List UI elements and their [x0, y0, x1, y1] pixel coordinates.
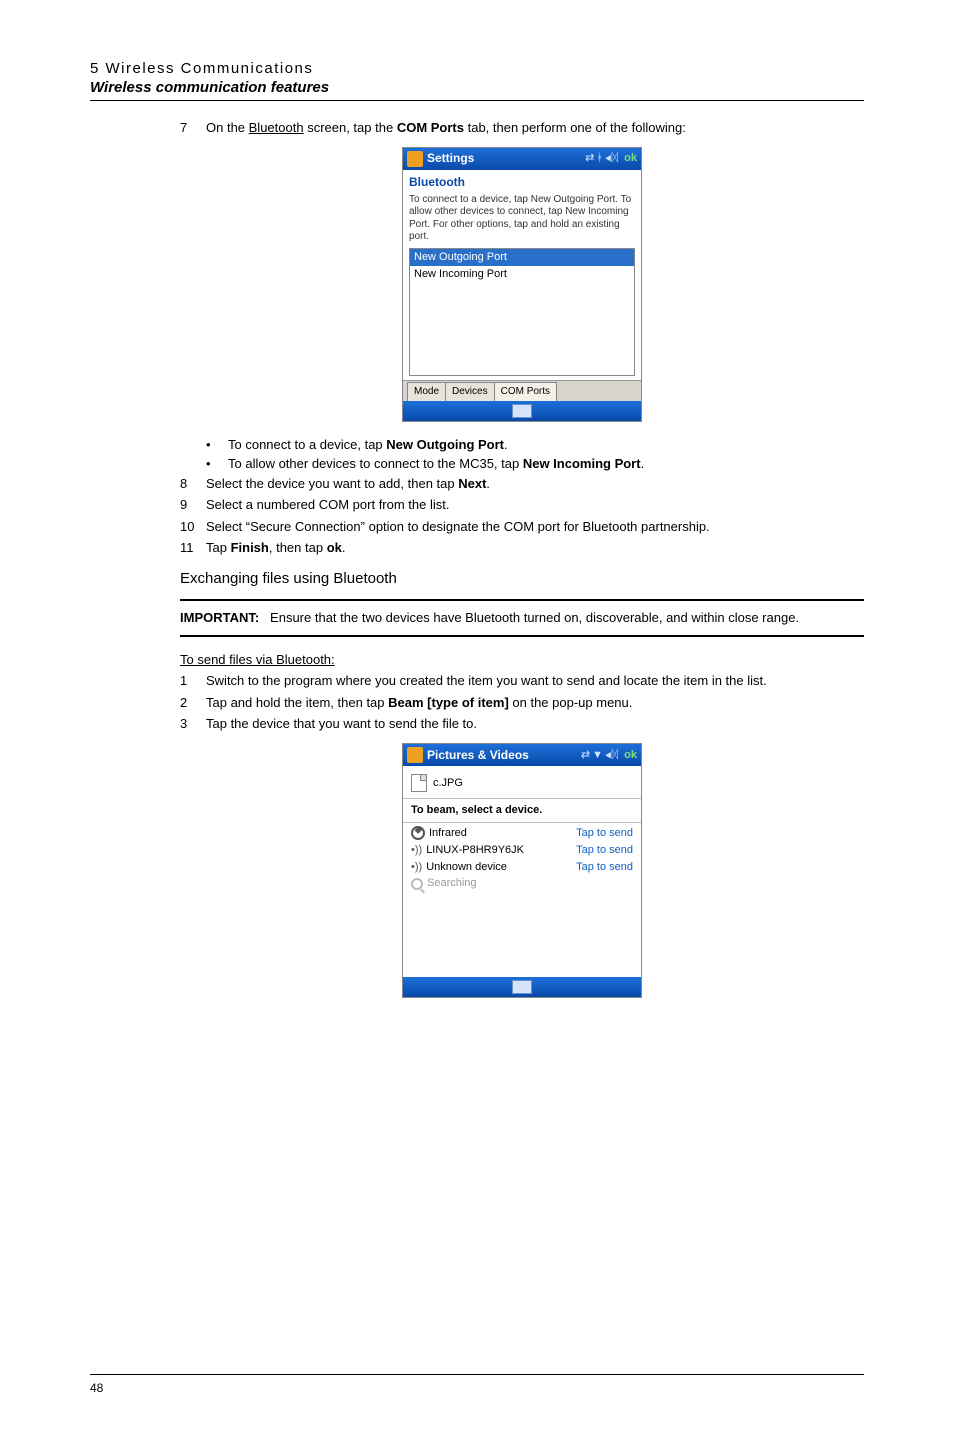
bottom-bar [403, 401, 641, 421]
beam-screenshot: Pictures & Videos ⇄ ▼ ◀ᛞ ok c.JPG To bea… [402, 743, 642, 998]
window-title: Pictures & Videos [427, 747, 581, 763]
step-number: 8 [180, 475, 206, 493]
device-status: Tap to send [576, 843, 633, 858]
device-row-unknown[interactable]: •)) Unknown device Tap to send [411, 859, 633, 876]
keyboard-icon[interactable] [512, 980, 532, 994]
keyboard-icon[interactable] [512, 404, 532, 418]
file-name: c.JPG [433, 776, 463, 791]
device-name: Infrared [429, 826, 467, 841]
bluetooth-device-icon: •)) [411, 862, 422, 872]
send-step-1: 1 Switch to the program where you create… [180, 672, 864, 690]
page-number: 48 [90, 1381, 103, 1395]
step-text: Select the device you want to add, then … [206, 475, 864, 493]
device-row-infrared[interactable]: Infrared Tap to send [411, 825, 633, 842]
tab-devices[interactable]: Devices [445, 382, 495, 401]
device-name: Searching [427, 876, 477, 891]
bullet-text: To allow other devices to connect to the… [228, 455, 864, 473]
tabs: Mode Devices COM Ports [403, 380, 641, 401]
step-number: 1 [180, 672, 206, 690]
settings-screenshot: Settings ⇄ ᚼ ◀ᛞ ok Bluetooth To connect … [402, 147, 642, 422]
link-text: Bluetooth [249, 120, 304, 135]
page-title: Wireless communication features [90, 79, 864, 96]
step-text: On the Bluetooth screen, tap the COM Por… [206, 119, 864, 137]
port-list[interactable]: New Outgoing Port New Incoming Port [409, 248, 635, 376]
bullet-mark: • [206, 455, 228, 473]
step-number: 2 [180, 694, 206, 712]
screen-description: To connect to a device, tap New Outgoing… [403, 190, 641, 248]
window-title: Settings [427, 150, 585, 166]
step-number: 10 [180, 518, 206, 536]
step-10: 10 Select “Secure Connection” option to … [180, 518, 864, 536]
connectivity-icon: ⇄ [585, 151, 594, 166]
step-11: 11 Tap Finish, then tap ok. [180, 539, 864, 557]
status-icons: ⇄ ᚼ ◀ᛞ ok [585, 151, 637, 166]
titlebar: Pictures & Videos ⇄ ▼ ◀ᛞ ok [403, 744, 641, 766]
volume-icon: ◀ᛞ [605, 151, 618, 166]
status-icons: ⇄ ▼ ◀ᛞ ok [581, 748, 637, 763]
beam-caption: To beam, select a device. [403, 799, 641, 822]
send-step-3: 3 Tap the device that you want to send t… [180, 715, 864, 733]
step-text: Tap and hold the item, then tap Beam [ty… [206, 694, 864, 712]
step-number: 3 [180, 715, 206, 733]
procedure-heading: To send files via Bluetooth: [180, 651, 864, 669]
bullet-text: To connect to a device, tap New Outgoing… [228, 436, 864, 454]
device-row-linux[interactable]: •)) LINUX-P8HR9Y6JK Tap to send [411, 842, 633, 859]
file-icon [411, 774, 427, 792]
device-list: Infrared Tap to send •)) LINUX-P8HR9Y6JK … [403, 823, 641, 977]
file-area: c.JPG [403, 766, 641, 798]
step-number: 7 [180, 119, 206, 137]
bullet-1: • To connect to a device, tap New Outgoi… [206, 436, 864, 454]
step-9: 9 Select a numbered COM port from the li… [180, 496, 864, 514]
start-icon [407, 747, 423, 763]
step-text: Select “Secure Connection” option to des… [206, 518, 864, 536]
footer-divider [90, 1374, 864, 1375]
section-subheading: Exchanging files using Bluetooth [180, 569, 864, 589]
device-status: Tap to send [576, 826, 633, 841]
tab-mode[interactable]: Mode [407, 382, 446, 401]
send-step-2: 2 Tap and hold the item, then tap Beam [… [180, 694, 864, 712]
device-name: LINUX-P8HR9Y6JK [426, 843, 524, 858]
important-text: Ensure that the two devices have Bluetoo… [270, 610, 799, 625]
step-number: 9 [180, 496, 206, 514]
list-item-selected[interactable]: New Outgoing Port [410, 249, 634, 266]
ok-button[interactable]: ok [624, 151, 637, 166]
titlebar: Settings ⇄ ᚼ ◀ᛞ ok [403, 148, 641, 170]
device-row-searching: Searching [411, 875, 633, 892]
step-number: 11 [180, 539, 206, 557]
ok-button[interactable]: ok [624, 748, 637, 763]
important-label: IMPORTANT: [180, 610, 259, 625]
step-text: Select a numbered COM port from the list… [206, 496, 864, 514]
signal-icon: ▼ [592, 748, 603, 763]
divider [90, 100, 864, 101]
connectivity-icon: ⇄ [581, 748, 590, 763]
list-item[interactable]: New Incoming Port [410, 266, 634, 283]
step-text: Switch to the program where you created … [206, 672, 864, 690]
step-7: 7 On the Bluetooth screen, tap the COM P… [180, 119, 864, 137]
volume-icon: ◀ᛞ [605, 748, 618, 763]
device-status: Tap to send [576, 860, 633, 875]
search-icon [411, 878, 423, 890]
step-text: Tap the device that you want to send the… [206, 715, 864, 733]
device-name: Unknown device [426, 860, 507, 875]
bullet-2: • To allow other devices to connect to t… [206, 455, 864, 473]
bullet-mark: • [206, 436, 228, 454]
bluetooth-device-icon: •)) [411, 845, 422, 855]
infrared-icon [411, 826, 425, 840]
step-8: 8 Select the device you want to add, the… [180, 475, 864, 493]
tab-com-ports[interactable]: COM Ports [494, 382, 557, 401]
important-note: IMPORTANT: Ensure that the two devices h… [180, 599, 864, 637]
screen-subtitle: Bluetooth [403, 170, 641, 190]
step-text: Tap Finish, then tap ok. [206, 539, 864, 557]
start-icon [407, 151, 423, 167]
breadcrumb: 5 Wireless Communications [90, 60, 864, 77]
bluetooth-icon: ᚼ [596, 151, 603, 166]
bottom-bar [403, 977, 641, 997]
